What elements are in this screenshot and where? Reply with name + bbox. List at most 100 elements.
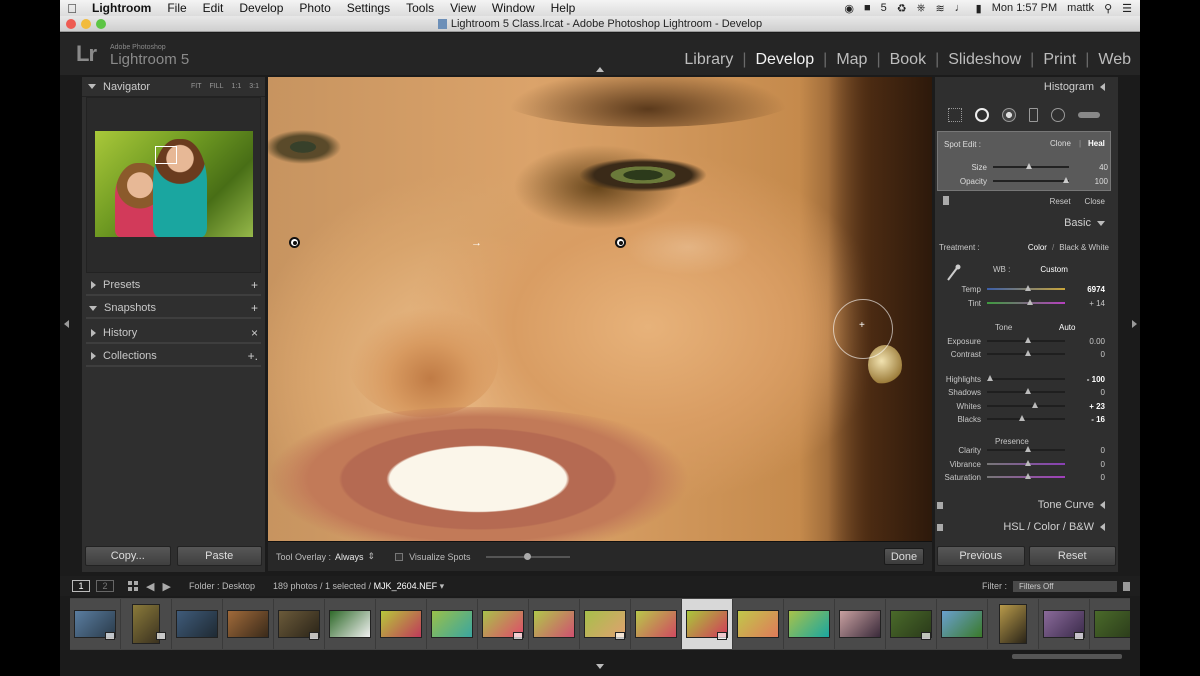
paste-button[interactable]: Paste — [176, 546, 262, 566]
module-develop[interactable]: Develop — [746, 51, 823, 69]
filmstrip-thumbnail[interactable] — [376, 599, 427, 649]
nav-zoom-fit[interactable]: FIT — [191, 83, 202, 90]
filmstrip-thumbnail[interactable] — [1039, 599, 1090, 649]
filmstrip-thumbnail[interactable] — [580, 599, 631, 649]
shadows-slider[interactable] — [987, 388, 1065, 394]
module-library[interactable]: Library — [675, 51, 742, 69]
primary-window-button[interactable]: 1 — [72, 580, 90, 592]
crop-tool-icon[interactable] — [947, 108, 962, 122]
clarity-value[interactable]: 0 — [1081, 446, 1111, 455]
temp-value[interactable]: 6974 — [1081, 285, 1111, 294]
saturation-slider[interactable] — [987, 473, 1065, 479]
photo-canvas[interactable]: → — [268, 77, 932, 541]
filmstrip-thumbnail[interactable] — [121, 599, 172, 649]
menu-photo[interactable]: Photo — [291, 1, 338, 15]
zoom-window-button[interactable] — [96, 19, 106, 29]
whites-value[interactable]: + 23 — [1081, 402, 1111, 411]
grid-view-icon[interactable] — [128, 581, 138, 591]
graduated-filter-tool-icon[interactable] — [1029, 108, 1039, 122]
spot-pin-target[interactable] — [615, 237, 626, 248]
close-window-button[interactable] — [66, 19, 76, 29]
heal-mode-button[interactable]: Heal — [1088, 139, 1105, 148]
spot-close-button[interactable]: Close — [1085, 197, 1105, 206]
add-collection-button[interactable]: +. — [248, 349, 258, 363]
filmstrip-thumbnail[interactable] — [631, 599, 682, 649]
nav-zoom-3-1[interactable]: 3:1 — [249, 83, 259, 90]
collections-header[interactable]: Collections +. — [86, 347, 261, 367]
tone-curve-header[interactable]: Tone Curve — [935, 495, 1113, 515]
navigator-zoom-box[interactable] — [155, 146, 177, 164]
collapse-right-panel-icon[interactable] — [1132, 320, 1137, 328]
presets-header[interactable]: Presets + — [86, 276, 261, 296]
menu-settings[interactable]: Settings — [339, 1, 398, 15]
navigator-header[interactable]: Navigator FIT FILL 1:1 3:1 — [82, 77, 265, 97]
filmstrip-thumbnail[interactable] — [784, 599, 835, 649]
filmstrip-thumbnail[interactable] — [427, 599, 478, 649]
highlights-slider[interactable] — [987, 375, 1065, 381]
sync-icon[interactable]: ♻ — [897, 2, 907, 15]
menu-file[interactable]: File — [159, 1, 194, 15]
secondary-window-button[interactable]: 2 — [96, 580, 114, 592]
hsl-header[interactable]: HSL / Color / B&W — [935, 517, 1113, 537]
collapse-filmstrip-icon[interactable] — [596, 664, 604, 669]
adjustment-brush-tool-icon[interactable] — [1078, 112, 1101, 118]
filter-lock-icon[interactable] — [1123, 581, 1130, 591]
menu-tools[interactable]: Tools — [398, 1, 442, 15]
wb-select[interactable]: Custom — [1040, 265, 1068, 274]
opacity-slider[interactable] — [993, 177, 1070, 183]
clone-mode-button[interactable]: Clone — [1050, 139, 1071, 148]
navigator-preview[interactable] — [86, 97, 261, 273]
module-slideshow[interactable]: Slideshow — [939, 51, 1030, 69]
spotlight-icon[interactable]: ⚲ — [1104, 2, 1112, 15]
filmstrip-thumbnail[interactable] — [223, 599, 274, 649]
collapse-top-panel-icon[interactable] — [596, 67, 604, 72]
visualize-spots-checkbox[interactable] — [395, 552, 404, 561]
spot-pin-source[interactable] — [289, 237, 300, 248]
adobe-icon[interactable]: ■ — [864, 2, 871, 14]
vibrance-value[interactable]: 0 — [1081, 460, 1111, 469]
module-web[interactable]: Web — [1089, 51, 1140, 69]
previous-button[interactable]: Previous — [937, 546, 1025, 566]
filmstrip-thumbnail[interactable] — [70, 599, 121, 649]
filmstrip-thumbnail[interactable] — [172, 599, 223, 649]
shadows-value[interactable]: 0 — [1081, 388, 1111, 397]
apple-icon[interactable]:  — [60, 1, 84, 16]
histogram-header[interactable]: Histogram — [935, 77, 1113, 97]
menu-view[interactable]: View — [442, 1, 484, 15]
contrast-slider[interactable] — [987, 350, 1065, 356]
contrast-value[interactable]: 0 — [1081, 350, 1111, 359]
filmstrip-thumbnail[interactable] — [529, 599, 580, 649]
filmstrip-thumbnail[interactable] — [886, 599, 937, 649]
white-balance-dropper-icon[interactable] — [945, 263, 961, 283]
treatment-bw-button[interactable]: Black & White — [1059, 243, 1109, 252]
highlights-value[interactable]: - 100 — [1081, 375, 1111, 384]
basic-header[interactable]: Basic — [935, 213, 1113, 233]
wifi-icon[interactable]: ≋ — [935, 2, 944, 15]
photo-count[interactable]: 189 photos / 1 selected / MJK_2604.NEF ▾ — [273, 581, 444, 592]
clarity-slider[interactable] — [987, 446, 1065, 452]
done-button[interactable]: Done — [884, 548, 924, 565]
nav-zoom-1-1[interactable]: 1:1 — [232, 83, 242, 90]
module-print[interactable]: Print — [1034, 51, 1085, 69]
tint-slider[interactable] — [987, 299, 1065, 305]
tool-toggle-switch[interactable] — [943, 196, 949, 205]
menu-app[interactable]: Lightroom — [84, 1, 159, 15]
saturation-value[interactable]: 0 — [1081, 473, 1111, 482]
history-header[interactable]: History × — [86, 324, 261, 344]
spot-reset-button[interactable]: Reset — [1050, 197, 1071, 206]
snapshots-header[interactable]: Snapshots + — [86, 299, 261, 319]
filmstrip-thumbnail[interactable] — [733, 599, 784, 649]
tint-value[interactable]: + 14 — [1081, 299, 1111, 308]
filmstrip-thumbnail[interactable] — [835, 599, 886, 649]
bluetooth-icon[interactable]: ⎈ — [917, 2, 926, 15]
clock[interactable]: Mon 1:57 PM — [992, 2, 1057, 14]
forward-arrow-icon[interactable]: ▶ — [162, 580, 170, 593]
size-value[interactable]: 40 — [1078, 163, 1108, 172]
visualize-threshold-slider[interactable] — [486, 552, 571, 560]
vibrance-slider[interactable] — [987, 460, 1065, 466]
filmstrip-scrollbar[interactable] — [1012, 654, 1122, 659]
clear-history-button[interactable]: × — [251, 326, 258, 340]
battery-icon[interactable]: ▮ — [976, 2, 982, 15]
filmstrip-thumbnail[interactable] — [478, 599, 529, 649]
filmstrip-thumbnail[interactable] — [325, 599, 376, 649]
